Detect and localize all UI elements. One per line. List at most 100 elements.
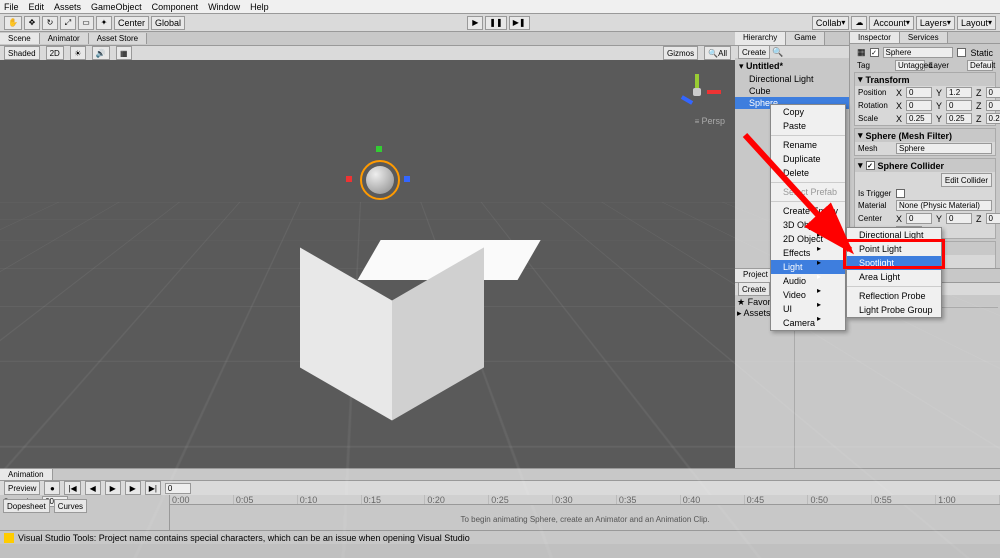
- menu-help[interactable]: Help: [250, 2, 269, 12]
- tick: 0:55: [872, 495, 936, 504]
- step-button[interactable]: ▶❚: [509, 16, 530, 30]
- mesh-field[interactable]: Sphere: [896, 143, 992, 154]
- center-y-field[interactable]: 0: [946, 213, 972, 224]
- layers-button[interactable]: Layers ▾: [916, 16, 955, 30]
- hierarchy-item-cube[interactable]: Cube: [735, 85, 849, 97]
- ctx-effects[interactable]: Effects: [771, 246, 845, 260]
- scene-search[interactable]: 🔍All: [704, 46, 731, 60]
- menu-gameobject[interactable]: GameObject: [91, 2, 142, 12]
- ctx-audio[interactable]: Audio: [771, 274, 845, 288]
- sub-area-light[interactable]: Area Light: [847, 270, 941, 284]
- is-trigger-checkbox[interactable]: [896, 189, 905, 198]
- collider-enabled-checkbox[interactable]: ✓: [866, 161, 875, 170]
- tab-game[interactable]: Game: [786, 32, 825, 45]
- scale-z-field[interactable]: 0.25: [986, 113, 1000, 124]
- ctx-paste[interactable]: Paste: [771, 119, 845, 133]
- scene-sphere-object[interactable]: [360, 160, 400, 200]
- ctx-delete[interactable]: Delete: [771, 166, 845, 180]
- sub-directional-light[interactable]: Directional Light: [847, 228, 941, 242]
- hierarchy-search-icon[interactable]: 🔍: [772, 47, 783, 58]
- axis-gizmo[interactable]: [673, 68, 723, 118]
- menu-component[interactable]: Component: [152, 2, 199, 12]
- scale-y-field[interactable]: 0.25: [946, 113, 972, 124]
- scale-x-field[interactable]: 0.25: [906, 113, 932, 124]
- sub-reflection-probe[interactable]: Reflection Probe: [847, 289, 941, 303]
- edit-collider-button[interactable]: Edit Collider: [941, 173, 992, 187]
- menu-assets[interactable]: Assets: [54, 2, 81, 12]
- ctx-create-empty[interactable]: Create Empty: [771, 204, 845, 218]
- tab-asset-store[interactable]: Asset Store: [89, 33, 147, 44]
- position-y-field[interactable]: 1.2: [946, 87, 972, 98]
- menu-edit[interactable]: Edit: [29, 2, 45, 12]
- tab-animator[interactable]: Animator: [40, 33, 89, 44]
- layout-button[interactable]: Layout ▾: [957, 16, 996, 30]
- collab-button[interactable]: Collab ▾: [812, 16, 850, 30]
- tab-services[interactable]: Services: [900, 32, 948, 43]
- ctx-3d-object[interactable]: 3D Object: [771, 218, 845, 232]
- layer-label: Layer: [929, 61, 963, 70]
- move-tool-button[interactable]: ✥: [24, 16, 40, 30]
- ctx-duplicate[interactable]: Duplicate: [771, 152, 845, 166]
- ctx-ui[interactable]: UI: [771, 302, 845, 316]
- play-button[interactable]: ▶: [467, 16, 483, 30]
- position-z-field[interactable]: 0: [986, 87, 1000, 98]
- ctx-video[interactable]: Video: [771, 288, 845, 302]
- hierarchy-item-directional-light[interactable]: Directional Light: [735, 73, 849, 85]
- hierarchy-create-button[interactable]: Create: [738, 45, 770, 59]
- transform-title: Transform: [866, 75, 910, 85]
- scale-tool-button[interactable]: ⤢: [60, 16, 76, 30]
- static-checkbox[interactable]: [957, 48, 966, 57]
- mode-2d-button[interactable]: 2D: [46, 46, 64, 60]
- ctx-copy[interactable]: Copy: [771, 105, 845, 119]
- center-z-field[interactable]: 0: [986, 213, 1000, 224]
- sub-spotlight[interactable]: Spotlight: [847, 256, 941, 270]
- tick: 0:40: [681, 495, 745, 504]
- gizmos-dropdown[interactable]: Gizmos: [663, 46, 698, 60]
- transform-component: ▾ Transform Position X0 Y1.2 Z0 Rotation…: [854, 72, 996, 126]
- cloud-button[interactable]: ☁: [851, 16, 867, 30]
- tick: 0:20: [425, 495, 489, 504]
- position-x-field[interactable]: 0: [906, 87, 932, 98]
- gameobject-name-field[interactable]: Sphere: [883, 47, 954, 58]
- rotation-y-field[interactable]: 0: [946, 100, 972, 111]
- fx-icon[interactable]: ▦: [116, 46, 132, 60]
- account-button[interactable]: Account ▾: [869, 16, 914, 30]
- rotation-z-field[interactable]: 0: [986, 100, 1000, 111]
- center-x-field[interactable]: 0: [906, 213, 932, 224]
- menu-file[interactable]: File: [4, 2, 19, 12]
- pivot-button[interactable]: Center: [114, 16, 149, 30]
- tag-dropdown[interactable]: Untagged: [895, 60, 925, 71]
- ctx-light[interactable]: Light: [771, 260, 845, 274]
- sub-point-light[interactable]: Point Light: [847, 242, 941, 256]
- layer-dropdown[interactable]: Default: [967, 60, 993, 71]
- tick: 0:10: [298, 495, 362, 504]
- layers-label: Layers: [920, 18, 947, 28]
- dopesheet-button[interactable]: Dopesheet: [3, 499, 50, 513]
- tick: 0:35: [617, 495, 681, 504]
- ctx-camera[interactable]: Camera: [771, 316, 845, 330]
- rotation-x-field[interactable]: 0: [906, 100, 932, 111]
- space-button[interactable]: Global: [151, 16, 185, 30]
- sub-light-probe-group[interactable]: Light Probe Group: [847, 303, 941, 317]
- rect-tool-button[interactable]: ▭: [78, 16, 94, 30]
- tab-hierarchy[interactable]: Hierarchy: [735, 32, 786, 45]
- ctx-rename[interactable]: Rename: [771, 138, 845, 152]
- tab-inspector[interactable]: Inspector: [850, 32, 900, 43]
- gameobject-active-checkbox[interactable]: ✓: [870, 48, 879, 57]
- curves-button[interactable]: Curves: [54, 499, 87, 513]
- hierarchy-scene-root[interactable]: ▾ Untitled*: [735, 60, 849, 73]
- shading-dropdown[interactable]: Shaded: [4, 46, 40, 60]
- transform-tool-button[interactable]: ✦: [96, 16, 112, 30]
- lighting-icon[interactable]: ☀: [70, 46, 86, 60]
- hand-tool-button[interactable]: ✋: [4, 16, 22, 30]
- collider-material-field[interactable]: None (Physic Material): [896, 200, 992, 211]
- menu-window[interactable]: Window: [208, 2, 240, 12]
- ctx-2d-object[interactable]: 2D Object: [771, 232, 845, 246]
- scene-viewport[interactable]: ≡ Persp: [0, 60, 735, 468]
- audio-icon[interactable]: 🔊: [92, 46, 110, 60]
- animation-timeline[interactable]: 0:000:050:100:150:200:250:300:350:400:45…: [170, 495, 1000, 505]
- scene-cube-object[interactable]: [300, 260, 460, 420]
- rotate-tool-button[interactable]: ↻: [42, 16, 58, 30]
- pause-button[interactable]: ❚❚: [485, 16, 506, 30]
- tab-scene[interactable]: Scene: [0, 33, 40, 44]
